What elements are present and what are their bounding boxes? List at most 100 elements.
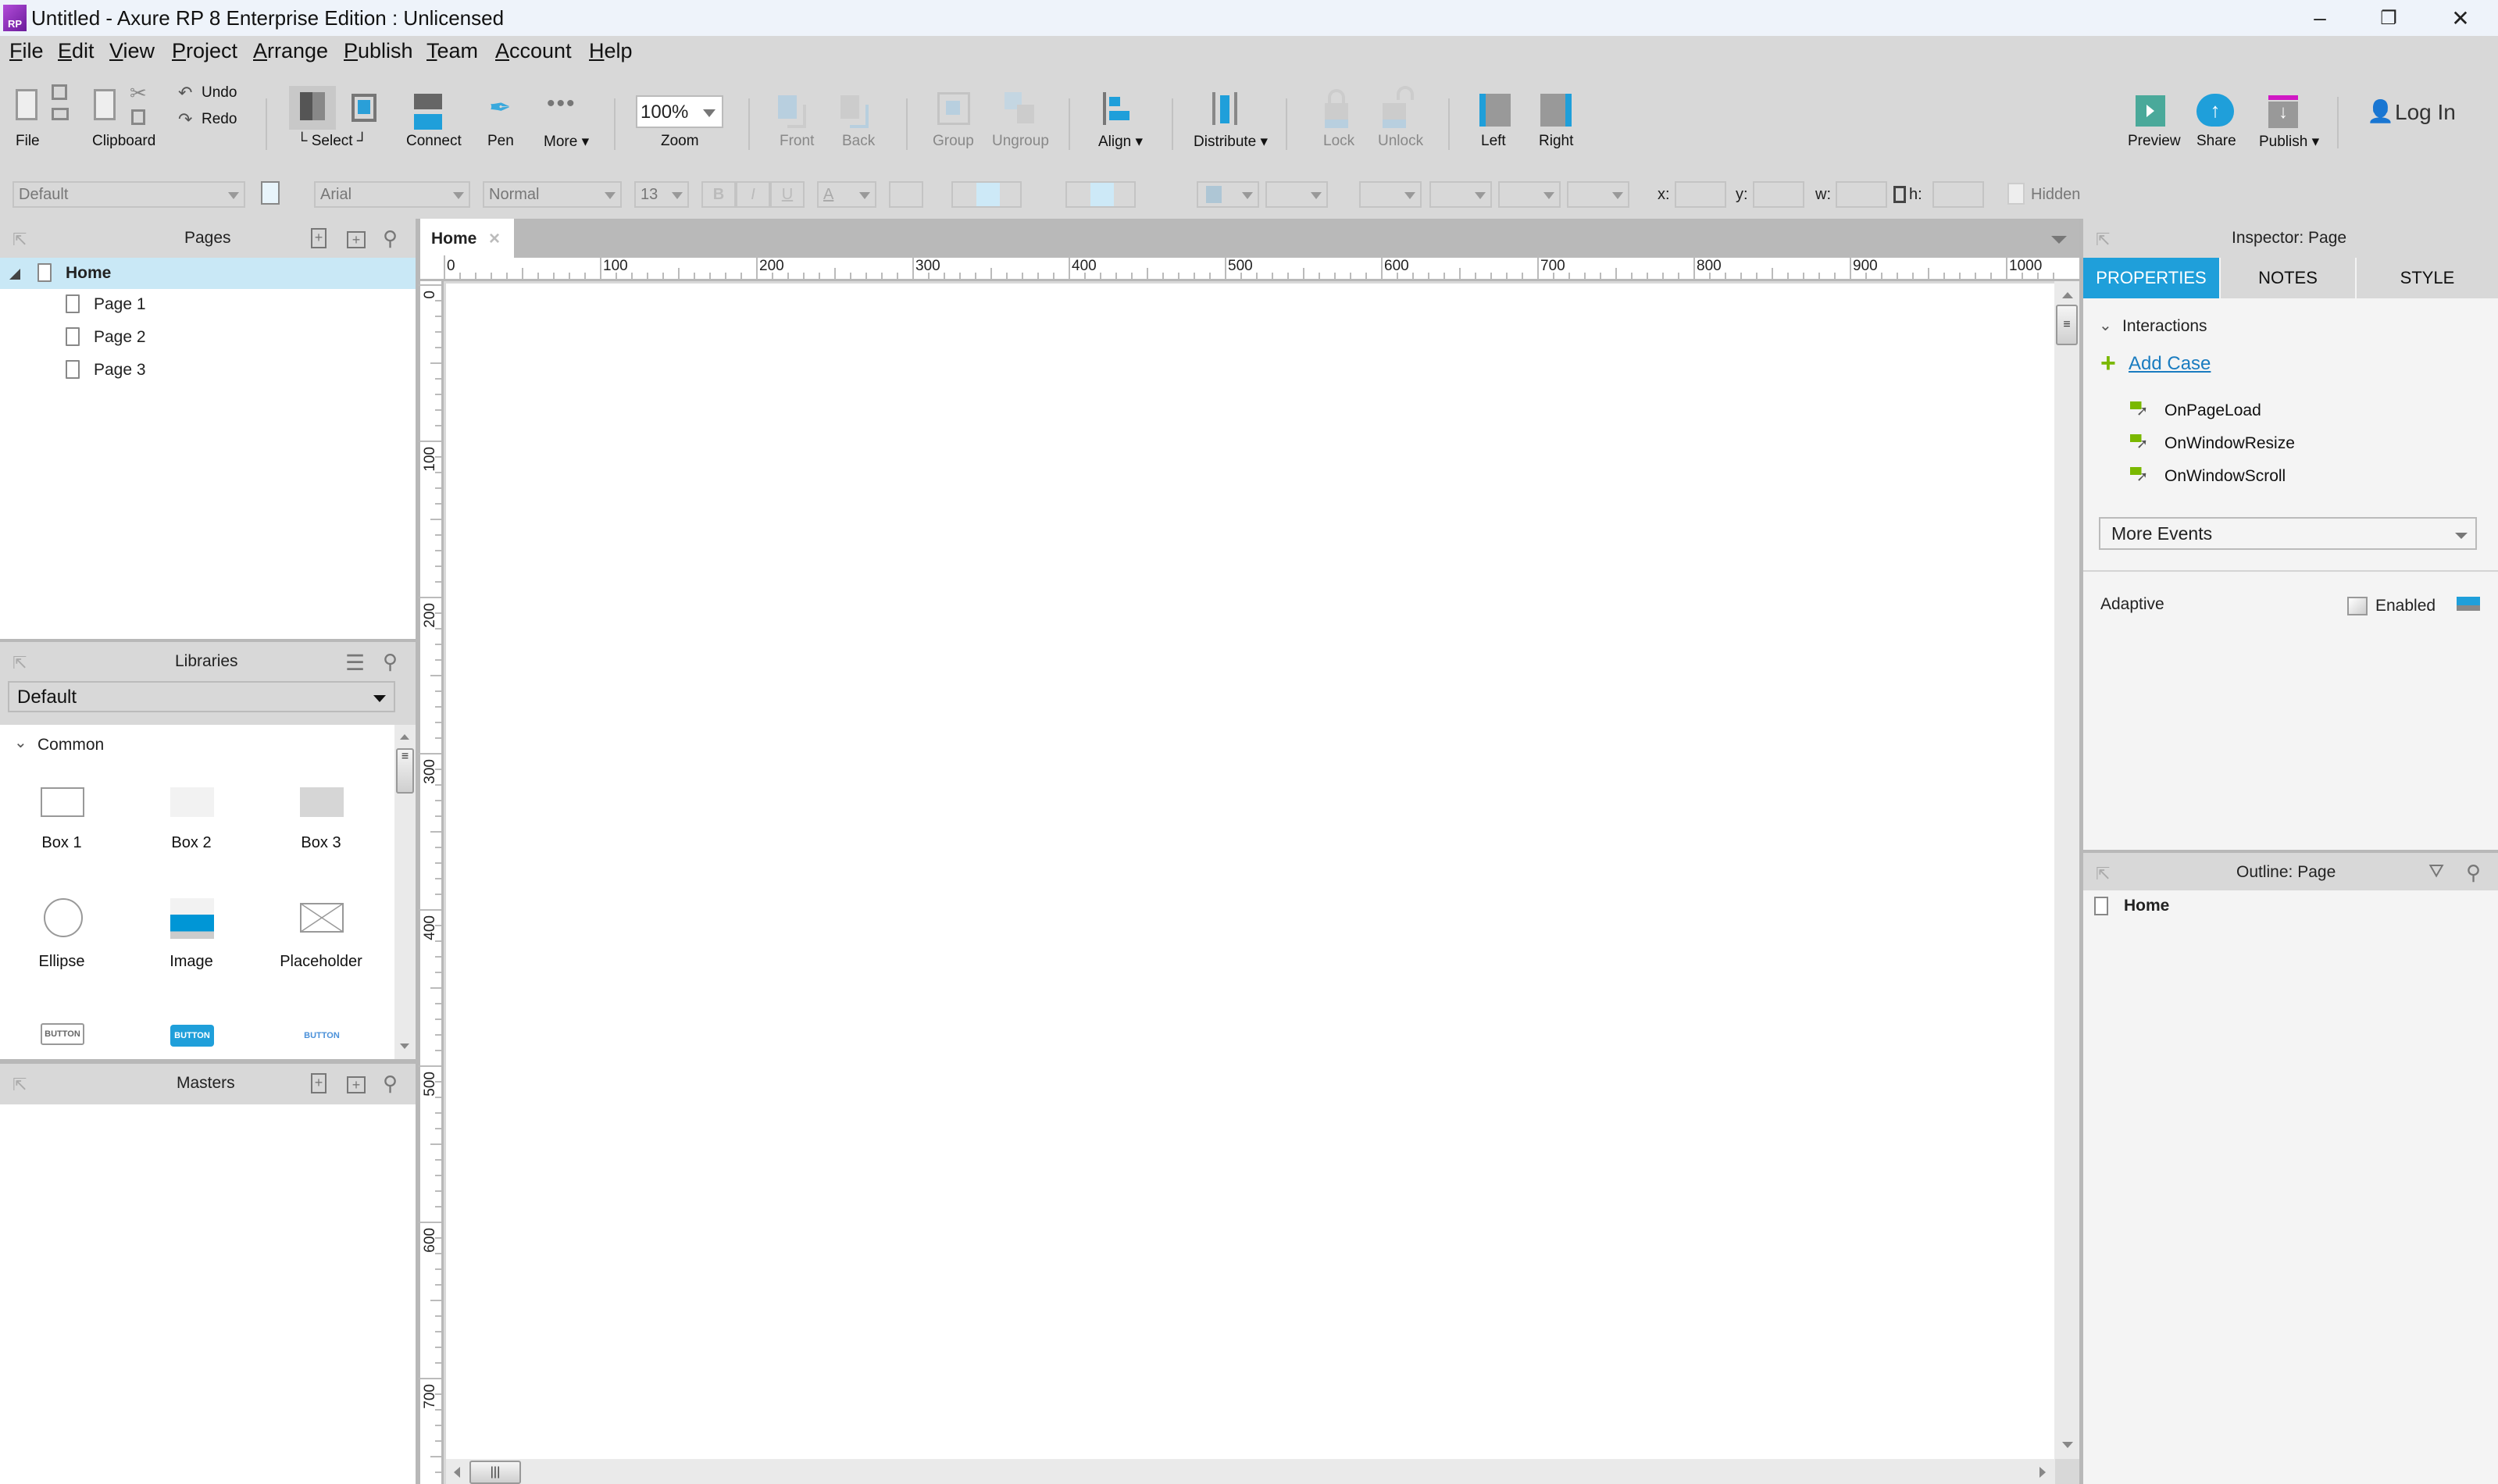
copy-icon[interactable] (131, 109, 145, 125)
pin-icon[interactable]: ⇱ (12, 1075, 27, 1095)
add-folder-icon[interactable]: + (347, 1076, 366, 1093)
library-select[interactable]: Default (8, 681, 395, 712)
design-canvas[interactable] (446, 284, 2055, 1459)
search-icon[interactable]: ⚲ (383, 1072, 398, 1096)
tab-notes[interactable]: NOTES (2221, 258, 2355, 298)
distribute-button[interactable]: Distribute ▾ (1194, 133, 1268, 151)
menu-arrange[interactable]: Arrange (253, 39, 328, 63)
add-master-icon[interactable]: + (311, 1073, 327, 1093)
w-input[interactable] (1836, 181, 1887, 208)
canvas-vertical-scrollbar[interactable]: ≡ (2054, 281, 2079, 1459)
share-button[interactable]: Share (2196, 133, 2236, 150)
font-size-select[interactable]: 13 (634, 181, 689, 208)
shadow-button[interactable] (1265, 181, 1328, 208)
add-case-link[interactable]: Add Case (2129, 353, 2211, 375)
line-width-button[interactable] (1429, 181, 1492, 208)
zoom-select[interactable]: 100% (636, 95, 723, 128)
add-folder-icon[interactable]: + (347, 231, 366, 248)
chevron-down-icon[interactable]: ⌄ (2099, 316, 2112, 335)
save-icon[interactable] (52, 84, 67, 100)
left-panel-button[interactable]: Left (1481, 133, 1506, 150)
library-scrollbar[interactable]: ≡ (394, 725, 416, 1059)
publish-icon[interactable] (2268, 95, 2298, 100)
line-pattern-button[interactable] (1498, 181, 1561, 208)
publish-button[interactable]: Publish ▾ (2259, 133, 2319, 151)
search-icon[interactable]: ⚲ (2466, 861, 2481, 885)
bold-button[interactable]: B (701, 181, 736, 208)
page-item-page-2[interactable]: Page 2 (0, 322, 416, 353)
close-tab-icon[interactable]: × (489, 228, 500, 250)
hidden-checkbox[interactable] (2007, 183, 2025, 205)
restore-button[interactable]: ❐ (2365, 3, 2412, 33)
style-select[interactable]: Default (12, 181, 245, 208)
unlock-button[interactable]: Unlock (1378, 133, 1423, 150)
group-button[interactable]: Group (933, 133, 974, 150)
undo-button[interactable]: Undo (202, 84, 237, 102)
canvas-vscroll-thumb[interactable]: ≡ (2056, 305, 2078, 345)
front-button[interactable]: Front (780, 133, 814, 150)
select-intersect-button[interactable] (289, 86, 336, 130)
menu-account[interactable]: Account (495, 39, 572, 63)
close-button[interactable]: ✕ (2437, 3, 2484, 33)
back-button[interactable]: Back (842, 133, 875, 150)
login-button[interactable]: Log In (2395, 100, 2456, 125)
format-painter-icon[interactable] (261, 181, 280, 205)
menu-team[interactable]: Team (426, 39, 478, 63)
widget-primary-button[interactable]: BUTTON (170, 1025, 214, 1047)
align-button[interactable]: Align ▾ (1098, 133, 1143, 151)
lock-button[interactable]: Lock (1323, 133, 1354, 150)
unlock-icon[interactable] (1397, 86, 1414, 100)
outline-item-home[interactable]: Home (2083, 890, 2498, 922)
new-file-icon[interactable] (16, 89, 37, 120)
paste-icon[interactable] (94, 89, 116, 120)
search-icon[interactable]: ⚲ (383, 227, 398, 251)
library-scroll-thumb[interactable]: ≡ (396, 748, 414, 794)
lock-aspect-icon[interactable] (1893, 186, 1906, 203)
font-family-select[interactable]: Arial (314, 181, 470, 208)
tab-home[interactable]: Home × (420, 219, 514, 258)
open-folder-icon[interactable] (52, 108, 69, 120)
page-item-page-3[interactable]: Page 3 (0, 355, 416, 386)
align-icon[interactable] (1103, 92, 1106, 125)
scroll-up-icon[interactable] (2062, 292, 2073, 298)
right-panel-icon[interactable] (1540, 94, 1572, 127)
bullet-list-button[interactable] (889, 181, 923, 208)
page-item-page-1[interactable]: Page 1 (0, 289, 416, 320)
tab-style[interactable]: STYLE (2357, 258, 2498, 298)
arrow-style-button[interactable] (1567, 181, 1629, 208)
x-input[interactable] (1675, 181, 1726, 208)
scroll-down-icon[interactable] (2062, 1442, 2073, 1448)
tab-properties[interactable]: PROPERTIES (2083, 258, 2219, 298)
scroll-up-icon[interactable] (400, 734, 409, 740)
font-weight-select[interactable]: Normal (483, 181, 622, 208)
filter-icon[interactable]: ⛛ (2428, 861, 2444, 883)
redo-icon[interactable]: ↷ (178, 109, 192, 130)
select-contain-icon[interactable] (352, 94, 376, 122)
group-icon[interactable] (937, 92, 970, 125)
widget-link-button[interactable]: BUTTON (300, 1025, 344, 1047)
pin-icon[interactable]: ⇱ (12, 230, 27, 250)
pin-icon[interactable]: ⇱ (2096, 864, 2110, 884)
scroll-right-icon[interactable] (2039, 1467, 2046, 1478)
share-cloud-icon[interactable]: ↑ (2196, 94, 2234, 127)
adaptive-views-icon[interactable] (2457, 597, 2480, 611)
h-input[interactable] (1932, 181, 1984, 208)
ungroup-button[interactable]: Ungroup (992, 133, 1049, 150)
y-input[interactable] (1753, 181, 1804, 208)
align-middle-button[interactable] (1090, 183, 1114, 206)
page-item-home[interactable]: Home (0, 258, 416, 289)
connect-icon[interactable] (414, 94, 442, 109)
minimize-button[interactable]: – (2296, 3, 2343, 33)
menu-help[interactable]: Help (589, 39, 633, 63)
lock-icon[interactable] (1328, 89, 1345, 103)
undo-icon[interactable]: ↶ (178, 83, 192, 103)
underline-button[interactable]: U (770, 181, 805, 208)
menu-icon[interactable]: ☰ (345, 650, 365, 676)
pin-icon[interactable]: ⇱ (2096, 230, 2110, 250)
canvas-hscroll-thumb[interactable]: ||| (469, 1461, 521, 1484)
right-panel-button[interactable]: Right (1539, 133, 1573, 150)
menu-file[interactable]: File (9, 39, 44, 63)
add-page-icon[interactable]: + (311, 228, 327, 248)
preview-icon[interactable] (2136, 95, 2165, 127)
tab-list-dropdown-icon[interactable] (2051, 236, 2067, 244)
